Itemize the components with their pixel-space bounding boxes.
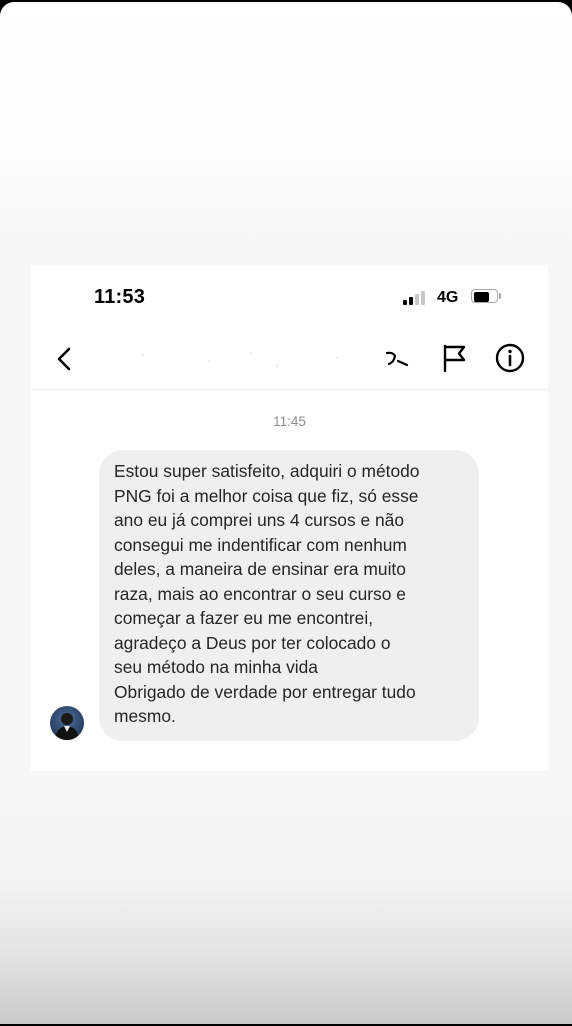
message-line: consegui me indentificar com nenhum: [114, 534, 407, 555]
message-line: mesmo.: [114, 706, 176, 726]
status-time: 11:53: [94, 286, 146, 308]
story-frame: 11:53 4G 11:45 Estou super satisfeito, a…: [0, 2, 572, 1024]
video-call-button[interactable]: [381, 343, 413, 375]
signal-bar: [421, 291, 425, 305]
incoming-message-bubble[interactable]: Estou super satisfeito, adquiri o método…: [99, 450, 479, 741]
message-thread: 11:45 Estou super satisfeito, adquiri o …: [31, 390, 548, 771]
message-line: Estou super satisfeito, adquiri o método: [114, 461, 420, 481]
dm-screenshot: 11:53 4G 11:45 Estou super satisfeito, a…: [31, 265, 548, 771]
sender-avatar[interactable]: [50, 706, 84, 740]
signal-bar: [409, 297, 413, 305]
signal-bar: [415, 294, 419, 305]
message-line: Obrigado de verdade por entregar tudo: [114, 681, 416, 702]
message-line: seu método na minha vida: [114, 657, 318, 677]
video-camera-icon: [385, 351, 409, 367]
flag-icon: [443, 344, 466, 373]
chat-header: [31, 329, 548, 390]
battery-level-fill: [474, 292, 489, 302]
status-bar: 11:53 4G: [31, 265, 548, 329]
signal-bar: [403, 300, 407, 305]
battery-icon: [471, 289, 502, 305]
chevron-left-icon: [57, 347, 71, 371]
message-line: PNG foi a melhor coisa que fiz, só esse: [114, 485, 419, 506]
message-line: agradeço a Deus por ter colocado o: [114, 632, 391, 653]
message-line: raza, mais ao encontrar o seu curso e: [114, 583, 406, 604]
signal-strength-icon: [403, 289, 429, 305]
message-line: começar a fazer eu me encontrei,: [114, 608, 374, 628]
battery-outline: [471, 289, 498, 303]
message-line: deles, a maneira de ensinar era muito: [114, 559, 406, 579]
message-line: ano eu já comprei uns 4 cursos e não: [114, 510, 405, 530]
back-button[interactable]: [49, 343, 81, 375]
info-button[interactable]: [493, 341, 527, 375]
user-avatar-icon: [55, 713, 79, 740]
report-button[interactable]: [437, 341, 471, 375]
battery-cap: [499, 293, 501, 299]
network-type-label: 4G: [437, 289, 459, 306]
message-timestamp: 11:45: [273, 414, 306, 429]
info-icon: [495, 343, 525, 373]
contact-name-redacted: [101, 349, 381, 369]
